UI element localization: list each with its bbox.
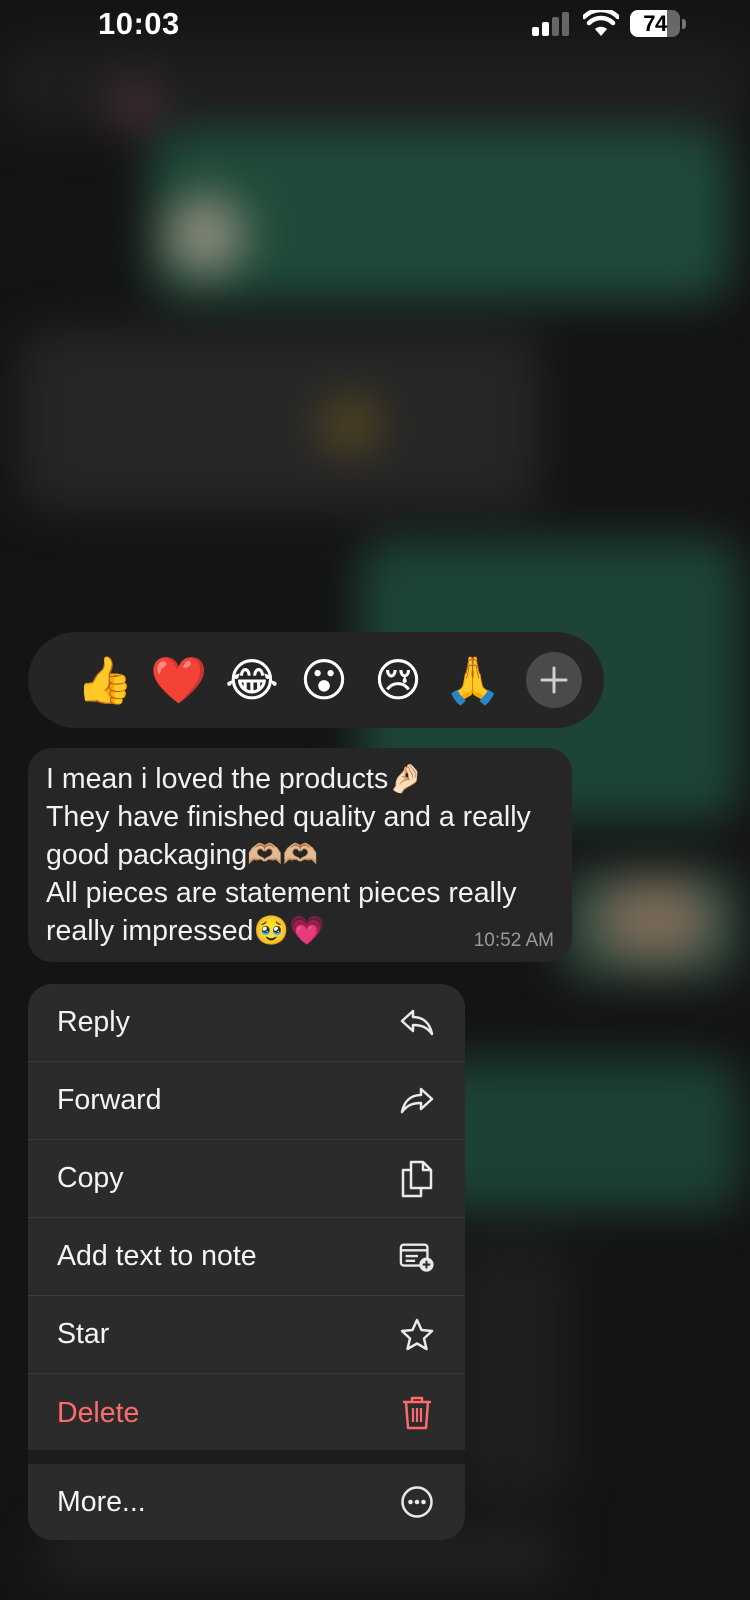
add-note-icon [399, 1239, 435, 1275]
forward-label: Forward [57, 1084, 162, 1116]
status-bar: 10:03 74 [0, 0, 750, 50]
message-text: I mean i loved the products🤌🏻 They have … [46, 763, 531, 947]
reply-icon [399, 1005, 435, 1041]
message-bubble[interactable]: I mean i loved the products🤌🏻 They have … [28, 748, 572, 962]
battery-cap [682, 19, 686, 29]
star-icon [399, 1317, 435, 1353]
reaction-open-mouth[interactable]: 😮 [296, 651, 352, 709]
plus-icon [540, 666, 568, 694]
star-label: Star [57, 1318, 110, 1350]
forward-icon [399, 1083, 435, 1119]
add-text-to-note-label: Add text to note [57, 1240, 257, 1272]
copy-button[interactable]: Copy [28, 1140, 465, 1218]
copy-icon [399, 1160, 435, 1197]
reply-button[interactable]: Reply [28, 984, 465, 1062]
more-icon [399, 1484, 435, 1520]
more-label: More... [57, 1485, 146, 1518]
menu-separator [28, 1450, 465, 1464]
message-timestamp: 10:52 AM [473, 930, 554, 951]
more-button[interactable]: More... [28, 1464, 465, 1540]
more-reactions-button[interactable] [526, 652, 582, 708]
reaction-folded-hands[interactable]: 🙏 [444, 651, 501, 709]
reaction-bar: 👍 ❤️ 😂 😮 😢 🙏 👌 [28, 632, 604, 728]
reaction-thumbs-up[interactable]: 👍 [76, 651, 133, 709]
wifi-icon [583, 10, 619, 36]
battery-percent: 74 [643, 10, 667, 36]
delete-button[interactable]: Delete [28, 1374, 465, 1452]
star-button[interactable]: Star [28, 1296, 465, 1374]
reaction-crying-face[interactable]: 😢 [370, 651, 426, 709]
battery-icon: 74 [630, 10, 680, 37]
add-text-to-note-button[interactable]: Add text to note [28, 1218, 465, 1296]
reply-label: Reply [57, 1006, 130, 1038]
status-time: 10:03 [98, 6, 180, 41]
context-menu: Reply Forward Copy Add text to note Star… [28, 984, 465, 1540]
reaction-red-heart[interactable]: ❤️ [150, 651, 207, 709]
copy-label: Copy [57, 1162, 124, 1194]
delete-label: Delete [57, 1396, 140, 1429]
trash-icon [399, 1395, 435, 1431]
reaction-tears-of-joy[interactable]: 😂 [224, 651, 280, 709]
forward-button[interactable]: Forward [28, 1062, 465, 1140]
signal-icon [532, 12, 569, 36]
